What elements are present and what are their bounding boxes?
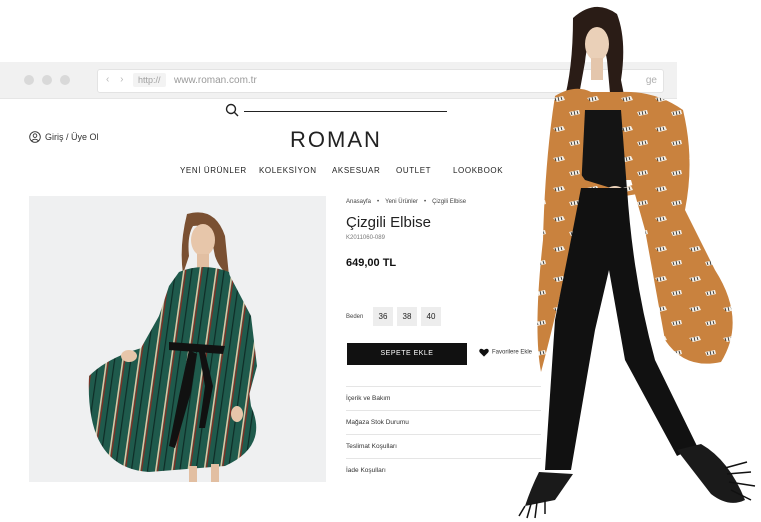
accordion-store-stock[interactable]: Mağaza Stok Durumu [346,410,541,435]
breadcrumb-home[interactable]: Anasayfa [346,199,371,205]
brand-logo[interactable]: ROMAN [290,127,382,153]
add-to-cart-button[interactable]: SEPETE EKLE [347,343,467,365]
menu-item-new[interactable]: YENİ ÜRÜNLER [180,166,247,175]
breadcrumb-separator: • [377,199,380,205]
login-label: Giriş / Üye Ol [45,132,99,142]
product-image[interactable] [29,196,326,482]
heart-icon [479,348,489,357]
login-link[interactable]: Giriş / Üye Ol [29,131,99,143]
size-option-40[interactable]: 40 [421,307,441,326]
search-icon[interactable] [225,103,239,117]
model-in-striped-dress-image [88,212,257,482]
accordion-delivery[interactable]: Teslimat Koşulları [346,434,541,459]
menu-item-lookbook[interactable]: LOOKBOOK [453,166,503,175]
search-field[interactable] [225,103,447,119]
breadcrumb-separator: • [423,199,427,205]
user-icon [29,131,41,143]
product-sku: K2011060-089 [346,235,385,241]
menu-item-outlet[interactable]: OUTLET [396,166,431,175]
breadcrumb-new-products[interactable]: Yeni Ürünler [385,199,418,205]
back-forward-icon[interactable]: ‹ › [106,74,127,85]
size-label: Beden [346,314,364,320]
window-minimize-dot[interactable] [42,75,52,85]
menu-item-accessories[interactable]: AKSESUAR [332,166,380,175]
model-in-zebra-kimono-image [518,6,756,519]
accordion-care[interactable]: İçerik ve Bakım [346,386,541,411]
size-option-36[interactable]: 36 [373,307,393,326]
url-text[interactable]: www.roman.com.tr [174,75,257,86]
window-maximize-dot[interactable] [60,75,70,85]
product-price: 649,00 TL [346,257,397,269]
menu-item-collection[interactable]: KOLEKSİYON [259,166,317,175]
window-close-dot[interactable] [24,75,34,85]
search-underline [244,111,447,112]
breadcrumb: Anasayfa • Yeni Ürünler • Çizgili Elbise [346,199,466,205]
product-title: Çizgili Elbise [346,214,432,231]
url-scheme: http:// [133,73,166,87]
size-option-38[interactable]: 38 [397,307,417,326]
breadcrumb-current: Çizgili Elbise [432,199,467,205]
accordion-returns[interactable]: İade Koşulları [346,458,541,483]
